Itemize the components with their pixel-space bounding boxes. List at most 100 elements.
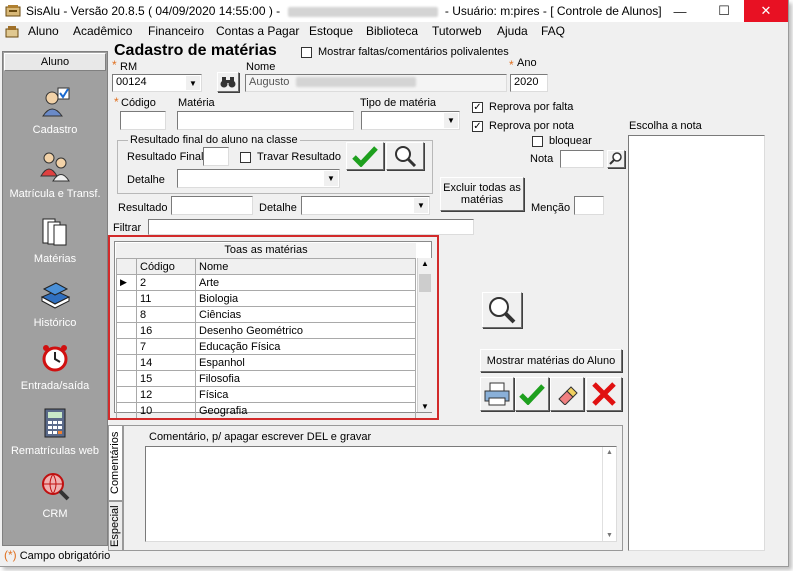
sidebar-header[interactable]: Aluno	[4, 53, 106, 71]
code-field[interactable]	[120, 111, 166, 130]
printer-icon	[484, 382, 510, 406]
final-result-field[interactable]	[203, 147, 229, 166]
code-required-mark: *	[114, 95, 119, 109]
rm-dropdown-arrow[interactable]: ▼	[186, 76, 200, 90]
detail2-dropdown-arrow[interactable]: ▼	[414, 198, 428, 213]
menu-faq[interactable]: FAQ	[541, 24, 565, 38]
detail-dropdown-arrow[interactable]: ▼	[324, 171, 338, 186]
scroll-down-icon[interactable]: ▼	[603, 532, 616, 539]
menu-contas-a-pagar[interactable]: Contas a Pagar	[216, 24, 299, 38]
menu-estoque[interactable]: Estoque	[309, 24, 353, 38]
sidebar-label-matricula: Matrícula e Transf.	[9, 188, 101, 200]
window-title: SisAlu - Versão 20.8.5 ( 04/09/2020 14:5…	[26, 4, 662, 18]
delete-all-subjects-button[interactable]: Excluir todas as matérias	[440, 177, 524, 211]
magnifier-icon	[395, 146, 417, 167]
mention-field[interactable]	[574, 196, 604, 215]
close-window-button[interactable]: ✕	[744, 0, 788, 22]
tab-especial[interactable]: Especial	[108, 501, 123, 551]
grade-label: Nota	[530, 153, 554, 165]
print-button[interactable]	[480, 377, 514, 411]
sidebar-item-rematriculas[interactable]: Rematrículas web	[3, 407, 107, 457]
menu-system-icon[interactable]	[5, 25, 19, 39]
result-field[interactable]	[171, 196, 253, 215]
comment-scrollbar[interactable]: ▲ ▼	[602, 447, 616, 541]
search-result-button[interactable]	[386, 142, 424, 170]
lock-result-checkbox[interactable]	[240, 152, 251, 163]
sidebar-item-entrada-saida[interactable]: Entrada/saída	[3, 342, 107, 392]
detail-combo[interactable]: ▼	[177, 169, 340, 188]
globe-magnifier-icon	[42, 473, 70, 501]
year-required-mark: *	[509, 58, 514, 72]
save-button[interactable]	[515, 377, 549, 411]
window-title-app: SisAlu - Versão 20.8.5 ( 04/09/2020 14:5…	[26, 4, 281, 18]
comment-label: Comentário, p/ apagar escrever DEL e gra…	[149, 431, 372, 443]
name-value: Augusto	[249, 76, 290, 88]
clear-button[interactable]	[550, 377, 584, 411]
fail-by-grade-checkbox[interactable]: ✓	[472, 121, 483, 132]
cancel-button[interactable]	[586, 377, 622, 411]
sidebar: Aluno Cadastro Matrícula e Transf. Matér…	[2, 51, 108, 546]
sidebar-item-crm[interactable]: CRM	[3, 470, 107, 520]
rm-required-mark: *	[112, 58, 117, 72]
scroll-up-icon[interactable]: ▲	[603, 449, 616, 456]
comment-textarea[interactable]: ▲ ▼	[145, 446, 617, 542]
show-notes-checkbox[interactable]	[301, 47, 312, 58]
block-checkbox[interactable]	[532, 136, 543, 147]
fail-by-absence-checkbox[interactable]: ✓	[472, 102, 483, 113]
grade-list[interactable]	[628, 135, 765, 551]
menu-aluno[interactable]: Aluno	[28, 24, 59, 38]
block-label: bloquear	[549, 135, 592, 147]
detail-label: Detalhe	[127, 174, 165, 186]
year-label: Ano	[517, 57, 537, 69]
confirm-result-button[interactable]	[346, 142, 384, 170]
maximize-button[interactable]: ☐	[702, 0, 746, 22]
calculator-icon	[44, 408, 66, 438]
fail-by-absence-label: Reprova por falta	[489, 101, 574, 113]
form-title: Cadastro de matérias	[114, 42, 277, 59]
required-legend-text: Campo obrigatório	[19, 550, 111, 562]
tab-especial-label: Especial	[109, 505, 121, 547]
sidebar-item-historico[interactable]: Histórico	[3, 279, 107, 329]
detail2-combo[interactable]: ▼	[301, 196, 430, 215]
redacted-surname	[296, 77, 417, 88]
magnifier-icon	[609, 152, 622, 165]
minimize-button[interactable]: —	[658, 0, 702, 22]
comments-panel: Comentário, p/ apagar escrever DEL e gra…	[123, 425, 623, 551]
final-result-group-title: Resultado final do aluno na classe	[128, 134, 300, 146]
cancel-x-icon	[592, 382, 616, 406]
subject-type-combo[interactable]: ▼	[361, 111, 460, 130]
menu-biblioteca[interactable]: Biblioteca	[366, 24, 418, 38]
sidebar-item-matricula[interactable]: Matrícula e Transf.	[3, 150, 107, 200]
window-title-user: - Usuário: m:pires - [ Controle de Aluno…	[444, 4, 662, 18]
required-mark: (*)	[4, 548, 17, 562]
menu-financeiro[interactable]: Financeiro	[148, 24, 204, 38]
search-student-button[interactable]	[217, 72, 239, 92]
show-student-subjects-button[interactable]: Mostrar matérias do Aluno	[480, 349, 622, 372]
title-bar: SisAlu - Versão 20.8.5 ( 04/09/2020 14:5…	[0, 0, 788, 22]
highlight-box	[108, 235, 439, 420]
subject-type-dropdown-arrow[interactable]: ▼	[444, 113, 458, 128]
subject-field[interactable]	[177, 111, 354, 130]
grade-field[interactable]	[560, 150, 604, 168]
rm-value: 00124	[116, 76, 147, 88]
grade-search-button[interactable]	[607, 150, 625, 168]
rm-combo[interactable]: 00124 ▼	[112, 74, 202, 92]
menu-tutorweb[interactable]: Tutorweb	[432, 24, 482, 38]
binoculars-icon	[220, 77, 236, 88]
sidebar-label-entrada-saida: Entrada/saída	[20, 380, 90, 392]
menu-academico[interactable]: Acadêmico	[73, 24, 132, 38]
sidebar-label-crm: CRM	[42, 508, 68, 520]
sidebar-item-cadastro[interactable]: Cadastro	[3, 86, 107, 136]
filter-field[interactable]	[148, 219, 474, 235]
menu-ajuda[interactable]: Ajuda	[497, 24, 528, 38]
search-subjects-button[interactable]	[482, 292, 522, 328]
subject-label: Matéria	[178, 97, 215, 109]
eraser-icon	[558, 386, 578, 405]
tab-comentarios[interactable]: Comentários	[108, 425, 123, 501]
name-field[interactable]: Augusto	[245, 74, 507, 92]
sidebar-label-historico: Histórico	[33, 317, 77, 329]
sidebar-item-materias[interactable]: Matérias	[3, 215, 107, 265]
year-field[interactable]: 2020	[510, 74, 548, 92]
menu-bar: Aluno Acadêmico Financeiro Contas a Paga…	[0, 22, 788, 42]
detail2-label: Detalhe	[259, 202, 297, 214]
